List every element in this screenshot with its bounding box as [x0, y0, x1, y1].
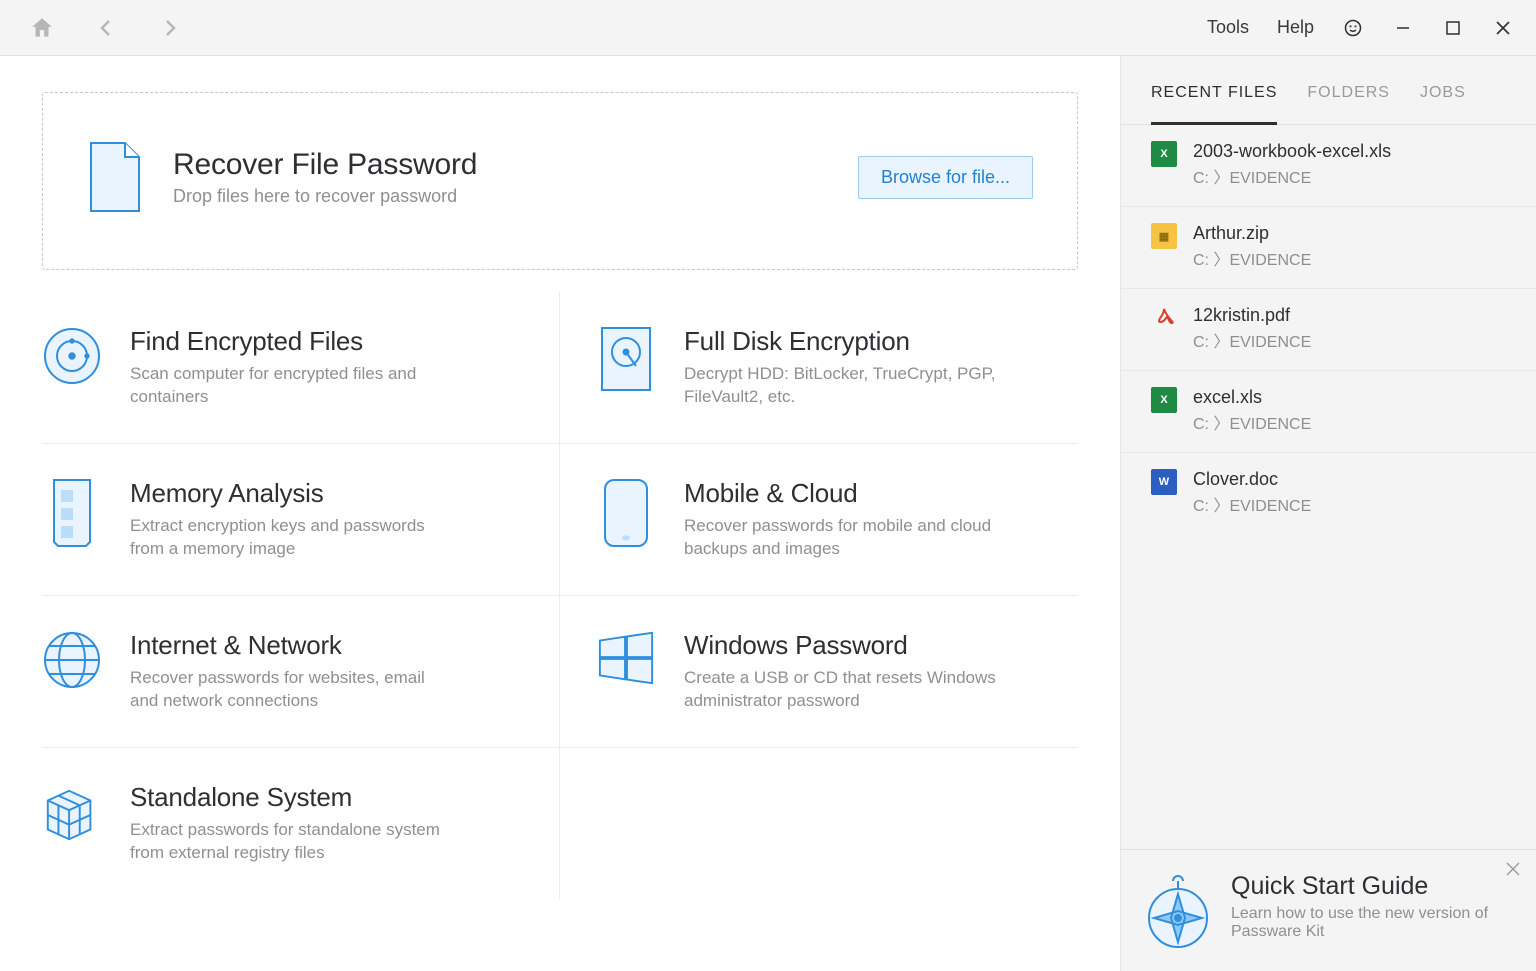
card-title: Standalone System — [130, 782, 450, 813]
file-name: 2003-workbook-excel.xls — [1193, 141, 1391, 162]
feedback-icon[interactable] — [1342, 17, 1364, 39]
tab-folders[interactable]: FOLDERS — [1307, 84, 1390, 112]
nav-controls — [28, 14, 184, 42]
file-item[interactable]: 12kristin.pdfC: 〉EVIDENCE — [1121, 289, 1536, 371]
file-name: Arthur.zip — [1193, 223, 1311, 244]
recover-dropzone[interactable]: Recover File Password Drop files here to… — [42, 92, 1078, 270]
card-sub: Decrypt HDD: BitLocker, TrueCrypt, PGP, … — [684, 363, 1004, 409]
quick-start-guide[interactable]: Quick Start Guide Learn how to use the n… — [1121, 849, 1536, 971]
file-item[interactable]: X excel.xlsC: 〉EVIDENCE — [1121, 371, 1536, 453]
card-title: Memory Analysis — [130, 478, 450, 509]
cube-icon — [42, 782, 102, 846]
ram-icon — [42, 478, 102, 542]
card-internet-network[interactable]: Internet & Network Recover passwords for… — [42, 596, 560, 748]
main-area: Recover File Password Drop files here to… — [0, 56, 1120, 971]
card-sub: Scan computer for encrypted files and co… — [130, 363, 450, 409]
dropzone-subtitle: Drop files here to recover password — [173, 186, 828, 207]
card-memory-analysis[interactable]: Memory Analysis Extract encryption keys … — [42, 444, 560, 596]
card-title: Full Disk Encryption — [684, 326, 1004, 357]
home-button[interactable] — [28, 14, 56, 42]
card-standalone-system[interactable]: Standalone System Extract passwords for … — [42, 748, 560, 899]
card-full-disk-encryption[interactable]: Full Disk Encryption Decrypt HDD: BitLoc… — [560, 292, 1078, 444]
file-path: C: 〉EVIDENCE — [1193, 246, 1311, 270]
file-path: C: 〉EVIDENCE — [1193, 410, 1311, 434]
disk-icon — [596, 326, 656, 390]
pdf-icon — [1151, 305, 1177, 331]
file-path: C: 〉EVIDENCE — [1193, 492, 1311, 516]
file-item[interactable]: W Clover.docC: 〉EVIDENCE — [1121, 453, 1536, 534]
file-name: Clover.doc — [1193, 469, 1311, 490]
compass-icon — [1147, 872, 1209, 934]
forward-button[interactable] — [156, 14, 184, 42]
sidebar-tabs: RECENT FILES FOLDERS JOBS — [1121, 56, 1536, 125]
guide-title: Quick Start Guide — [1231, 872, 1491, 901]
feature-cards: Find Encrypted Files Scan computer for e… — [42, 292, 1078, 899]
topbar-right: Tools Help — [1207, 17, 1514, 39]
file-item[interactable]: X 2003-workbook-excel.xlsC: 〉EVIDENCE — [1121, 125, 1536, 207]
maximize-button[interactable] — [1442, 17, 1464, 39]
card-title: Windows Password — [684, 630, 1004, 661]
excel-icon: X — [1151, 141, 1177, 167]
topbar: Tools Help — [0, 0, 1536, 56]
file-path: C: 〉EVIDENCE — [1193, 164, 1391, 188]
word-icon: W — [1151, 469, 1177, 495]
card-find-encrypted-files[interactable]: Find Encrypted Files Scan computer for e… — [42, 292, 560, 444]
card-title: Internet & Network — [130, 630, 450, 661]
card-sub: Recover passwords for mobile and cloud b… — [684, 515, 1004, 561]
close-icon[interactable] — [1506, 862, 1520, 881]
file-path: C: 〉EVIDENCE — [1193, 328, 1311, 352]
excel-icon: X — [1151, 387, 1177, 413]
target-icon — [42, 326, 102, 390]
file-name: 12kristin.pdf — [1193, 305, 1311, 326]
file-item[interactable]: ▦ Arthur.zipC: 〉EVIDENCE — [1121, 207, 1536, 289]
sidebar: RECENT FILES FOLDERS JOBS X 2003-workboo… — [1120, 56, 1536, 971]
menu-help[interactable]: Help — [1277, 17, 1314, 38]
back-button[interactable] — [92, 14, 120, 42]
zip-icon: ▦ — [1151, 223, 1177, 249]
mobile-icon — [596, 478, 656, 542]
card-windows-password[interactable]: Windows Password Create a USB or CD that… — [560, 596, 1078, 748]
card-sub: Extract passwords for standalone system … — [130, 819, 450, 865]
close-button[interactable] — [1492, 17, 1514, 39]
card-sub: Extract encryption keys and passwords fr… — [130, 515, 450, 561]
windows-icon — [596, 630, 656, 694]
card-sub: Recover passwords for websites, email an… — [130, 667, 450, 713]
recent-files-list: X 2003-workbook-excel.xlsC: 〉EVIDENCE ▦ … — [1121, 125, 1536, 849]
card-title: Mobile & Cloud — [684, 478, 1004, 509]
tab-jobs[interactable]: JOBS — [1420, 84, 1466, 112]
card-title: Find Encrypted Files — [130, 326, 450, 357]
card-mobile-cloud[interactable]: Mobile & Cloud Recover passwords for mob… — [560, 444, 1078, 596]
file-icon — [87, 141, 143, 213]
dropzone-title: Recover File Password — [173, 148, 828, 182]
globe-icon — [42, 630, 102, 694]
tab-recent-files[interactable]: RECENT FILES — [1151, 84, 1277, 125]
menu-tools[interactable]: Tools — [1207, 17, 1249, 38]
card-sub: Create a USB or CD that resets Windows a… — [684, 667, 1004, 713]
file-name: excel.xls — [1193, 387, 1311, 408]
minimize-button[interactable] — [1392, 17, 1414, 39]
guide-sub: Learn how to use the new version of Pass… — [1231, 905, 1491, 941]
browse-button[interactable]: Browse for file... — [858, 156, 1033, 199]
